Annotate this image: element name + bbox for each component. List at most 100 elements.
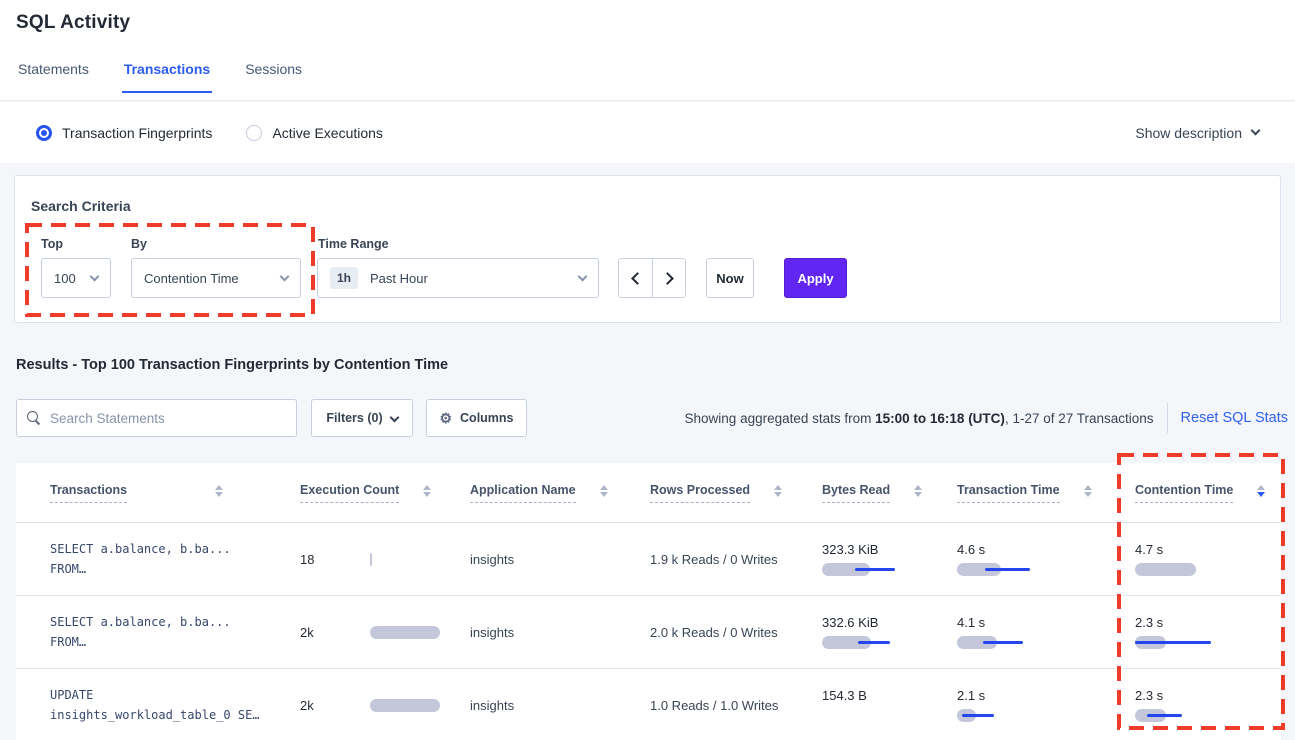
radio-unselected-icon — [246, 125, 262, 141]
chevron-down-icon — [1251, 126, 1261, 136]
contention-time-cell: 2.3 s — [1135, 688, 1281, 722]
execution-count-bar — [370, 553, 442, 566]
apply-button[interactable]: Apply — [784, 258, 847, 298]
search-criteria-title: Search Criteria — [31, 198, 131, 214]
search-icon — [27, 411, 41, 425]
transaction-fingerprint-link[interactable]: UPDATE insights_workload_table_0 SE… — [16, 685, 300, 725]
application-name-cell: insights — [470, 698, 650, 713]
show-description-label: Show description — [1135, 125, 1242, 141]
transaction-time-cell: 4.6 s — [957, 542, 1135, 576]
column-header-transactions[interactable]: Transactions — [16, 483, 300, 503]
contention-time-value: 4.7 s — [1135, 542, 1281, 557]
transaction-fingerprint-link[interactable]: SELECT a.balance, b.ba... FROM… — [16, 612, 300, 652]
rows-processed-cell: 2.0 k Reads / 0 Writes — [650, 625, 822, 640]
top-field-label: Top — [41, 237, 63, 251]
rows-processed-cell: 1.9 k Reads / 0 Writes — [650, 552, 822, 567]
aggregated-stats-text: Showing aggregated stats from 15:00 to 1… — [685, 411, 1154, 426]
top-select[interactable]: 100 — [41, 258, 111, 298]
contention-time-cell: 4.7 s — [1135, 542, 1281, 576]
radio-label: Transaction Fingerprints — [62, 125, 212, 141]
execution-count-bar — [370, 626, 442, 639]
contention-time-cell: 2.3 s — [1135, 615, 1281, 649]
contention-time-value: 2.3 s — [1135, 688, 1281, 703]
reset-sql-stats-link[interactable]: Reset SQL Stats — [1181, 410, 1288, 426]
time-range-value: Past Hour — [370, 271, 428, 286]
filters-label: Filters (0) — [326, 411, 382, 425]
contention-time-value: 2.3 s — [1135, 615, 1281, 630]
sort-icon-active-desc — [1257, 485, 1265, 497]
transaction-time-cell: 2.1 s — [957, 688, 1135, 722]
time-range-badge: 1h — [330, 267, 358, 289]
column-header-execution-count[interactable]: Execution Count — [300, 483, 470, 503]
time-next-button[interactable] — [652, 259, 685, 297]
sort-icon — [1084, 485, 1092, 497]
column-header-contention-time[interactable]: Contention Time — [1135, 483, 1281, 503]
columns-button[interactable]: ⚙ Columns — [426, 399, 527, 437]
contention-time-bar — [1135, 636, 1215, 649]
column-header-bytes-read[interactable]: Bytes Read — [822, 483, 957, 503]
sort-icon — [914, 485, 922, 497]
search-statements-input[interactable] — [50, 411, 286, 426]
execution-count-cell: 2k — [300, 698, 470, 713]
by-select[interactable]: Contention Time — [131, 258, 301, 298]
column-header-application-name[interactable]: Application Name — [470, 483, 650, 503]
chevron-left-icon — [631, 272, 644, 285]
show-description-toggle[interactable]: Show description — [1135, 102, 1259, 163]
by-select-value: Contention Time — [144, 271, 239, 286]
transaction-time-bar — [957, 709, 1037, 722]
tab-transactions[interactable]: Transactions — [122, 61, 212, 93]
radio-active-executions[interactable]: Active Executions — [246, 125, 383, 141]
tab-bar: Statements Transactions Sessions — [16, 61, 304, 93]
transaction-time-cell: 4.1 s — [957, 615, 1135, 649]
transaction-time-bar — [957, 636, 1037, 649]
bytes-read-value: 154.3 B — [822, 688, 957, 703]
bytes-read-cell: 332.6 KiB — [822, 615, 957, 649]
time-prev-button[interactable] — [619, 259, 652, 297]
application-name-cell: insights — [470, 552, 650, 567]
tab-sessions[interactable]: Sessions — [243, 61, 304, 93]
column-header-rows-processed[interactable]: Rows Processed — [650, 483, 822, 503]
execution-count-value: 2k — [300, 698, 370, 713]
chevron-down-icon — [389, 412, 399, 422]
table-header-row: Transactions Execution Count Application… — [16, 463, 1281, 523]
filters-button[interactable]: Filters (0) — [311, 399, 413, 437]
execution-count-cell: 18 — [300, 552, 470, 567]
radio-label: Active Executions — [272, 125, 383, 141]
search-statements-box — [16, 399, 297, 437]
contention-time-bar — [1135, 709, 1215, 722]
bytes-read-cell: 154.3 B — [822, 688, 957, 722]
sql-line-2: FROM… — [50, 632, 300, 652]
transaction-fingerprint-link[interactable]: SELECT a.balance, b.ba... FROM… — [16, 539, 300, 579]
application-name-cell: insights — [470, 625, 650, 640]
time-range-label: Time Range — [318, 237, 389, 251]
table-row: SELECT a.balance, b.ba... FROM… 18 insig… — [16, 523, 1281, 596]
page-title: SQL Activity — [16, 12, 130, 34]
sql-line-1: SELECT a.balance, b.ba... — [50, 539, 300, 559]
execution-count-bar — [370, 699, 442, 712]
search-criteria-card: Search Criteria Top 100 By Contention Ti… — [14, 175, 1281, 323]
columns-label: Columns — [460, 411, 513, 425]
page-header: SQL Activity Statements Transactions Ses… — [0, 0, 1295, 101]
chevron-right-icon — [661, 272, 674, 285]
time-range-select[interactable]: 1h Past Hour — [317, 258, 599, 298]
sort-icon — [600, 485, 608, 497]
transaction-time-value: 4.6 s — [957, 542, 1135, 557]
view-toggle-band: Transaction Fingerprints Active Executio… — [0, 102, 1295, 163]
tab-statements[interactable]: Statements — [16, 61, 91, 93]
execution-count-value: 2k — [300, 625, 370, 640]
radio-transaction-fingerprints[interactable]: Transaction Fingerprints — [36, 125, 212, 141]
sql-line-1: UPDATE — [50, 685, 300, 705]
sql-line-2: insights_workload_table_0 SE… — [50, 705, 300, 725]
sort-icon — [774, 485, 782, 497]
chevron-down-icon — [280, 271, 290, 281]
bytes-read-cell: 323.3 KiB — [822, 542, 957, 576]
column-header-transaction-time[interactable]: Transaction Time — [957, 483, 1135, 503]
bytes-read-bar — [822, 563, 902, 576]
view-toggle-group: Transaction Fingerprints Active Executio… — [36, 102, 383, 163]
bytes-read-value: 323.3 KiB — [822, 542, 957, 557]
results-heading: Results - Top 100 Transaction Fingerprin… — [16, 357, 448, 373]
chevron-down-icon — [578, 271, 588, 281]
execution-count-cell: 2k — [300, 625, 470, 640]
now-button[interactable]: Now — [706, 258, 754, 298]
results-table: Transactions Execution Count Application… — [16, 463, 1281, 740]
